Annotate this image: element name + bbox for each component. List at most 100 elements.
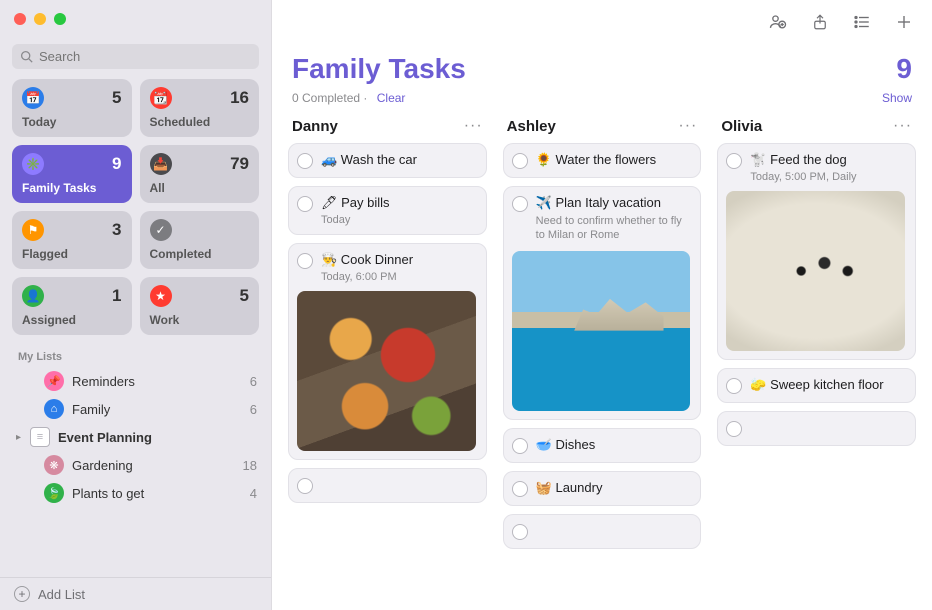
window-controls xyxy=(0,0,271,38)
task-radio[interactable] xyxy=(512,524,528,540)
task-complete-radio[interactable] xyxy=(512,438,528,454)
list-name: Family xyxy=(72,402,250,417)
list-row-event-planning[interactable]: ▸ ≡ Event Planning xyxy=(0,423,271,451)
task-title[interactable]: 🌻 Water the flowers xyxy=(536,152,656,169)
card-count: 5 xyxy=(112,88,121,108)
list-row-plants-to-get[interactable]: ▸ 🍃 Plants to get 4 xyxy=(0,479,271,507)
task-title[interactable]: 🧽 Sweep kitchen floor xyxy=(750,377,883,394)
card-icon: ✓ xyxy=(150,219,172,241)
column-danny: Danny ··· 🚙 Wash the car 🖊 Pay bills Tod… xyxy=(288,117,487,594)
disclosure-icon[interactable]: ▸ xyxy=(16,432,28,443)
list-name: Event Planning xyxy=(58,430,257,445)
show-completed-button[interactable]: Show xyxy=(882,91,912,105)
task-item[interactable]: 🌻 Water the flowers xyxy=(503,143,702,178)
task-complete-radio[interactable] xyxy=(512,481,528,497)
card-icon: ⚑ xyxy=(22,219,44,241)
task-title[interactable]: 🥣 Dishes xyxy=(536,437,596,454)
column-olivia: Olivia ··· 🐩 Feed the dog Today, 5:00 PM… xyxy=(717,117,916,594)
smart-list-card-family-tasks[interactable]: ✳️ 9 Family Tasks xyxy=(12,145,132,203)
view-options-button[interactable] xyxy=(850,10,874,34)
close-window-button[interactable] xyxy=(14,13,26,25)
task-item[interactable]: ✈️ Plan Italy vacation Need to confirm w… xyxy=(503,186,702,420)
fullscreen-window-button[interactable] xyxy=(54,13,66,25)
new-task-placeholder[interactable] xyxy=(288,468,487,503)
new-reminder-button[interactable] xyxy=(892,10,916,34)
task-item[interactable]: 🐩 Feed the dog Today, 5:00 PM, Daily xyxy=(717,143,916,360)
share-icon xyxy=(811,12,829,32)
list-icon: 📌 xyxy=(44,371,64,391)
card-icon: 📅 xyxy=(22,87,44,109)
completed-summary: 0 Completed · Clear xyxy=(292,91,405,105)
task-radio[interactable] xyxy=(726,421,742,437)
column-ashley: Ashley ··· 🌻 Water the flowers ✈️ Plan I… xyxy=(503,117,702,594)
task-title[interactable]: 🧺 Laundry xyxy=(536,480,603,497)
card-count: 9 xyxy=(112,154,121,174)
task-complete-radio[interactable] xyxy=(726,378,742,394)
task-title[interactable]: ✈️ Plan Italy vacation xyxy=(536,195,661,212)
task-title[interactable]: 🖊 Pay bills xyxy=(321,195,390,212)
new-task-placeholder[interactable] xyxy=(717,411,916,446)
card-label: Work xyxy=(150,313,250,327)
mylists-header: My Lists xyxy=(0,345,271,367)
clear-completed-button[interactable]: Clear xyxy=(377,91,406,105)
list-icon: ≡ xyxy=(30,427,50,447)
minimize-window-button[interactable] xyxy=(34,13,46,25)
task-item[interactable]: 🥣 Dishes xyxy=(503,428,702,463)
card-icon: 📆 xyxy=(150,87,172,109)
smart-list-card-today[interactable]: 📅 5 Today xyxy=(12,79,132,137)
task-complete-radio[interactable] xyxy=(297,196,313,212)
column-menu-button[interactable]: ··· xyxy=(678,117,697,135)
smart-list-card-flagged[interactable]: ⚑ 3 Flagged xyxy=(12,211,132,269)
task-image[interactable] xyxy=(512,251,691,411)
task-image[interactable] xyxy=(726,191,905,351)
task-complete-radio[interactable] xyxy=(297,253,313,269)
list-row-gardening[interactable]: ▸ ❋ Gardening 18 xyxy=(0,451,271,479)
search-input[interactable] xyxy=(39,49,251,64)
task-item[interactable]: 🚙 Wash the car xyxy=(288,143,487,178)
task-item[interactable]: 🧺 Laundry xyxy=(503,471,702,506)
plus-icon: + xyxy=(14,586,30,602)
column-name: Olivia xyxy=(721,118,762,135)
smart-list-card-completed[interactable]: ✓ Completed xyxy=(140,211,260,269)
task-radio[interactable] xyxy=(297,478,313,494)
plus-icon xyxy=(895,13,913,31)
list-row-reminders[interactable]: ▸ 📌 Reminders 6 xyxy=(0,367,271,395)
add-list-label: Add List xyxy=(38,587,85,602)
list-bullet-icon xyxy=(852,13,872,31)
add-list-button[interactable]: + Add List xyxy=(0,577,271,610)
card-label: Family Tasks xyxy=(22,181,122,195)
task-meta: Today, 6:00 PM xyxy=(297,271,476,283)
new-task-placeholder[interactable] xyxy=(503,514,702,549)
task-complete-radio[interactable] xyxy=(512,153,528,169)
task-item[interactable]: 👨‍🍳 Cook Dinner Today, 6:00 PM xyxy=(288,243,487,460)
task-title[interactable]: 👨‍🍳 Cook Dinner xyxy=(321,252,413,269)
task-item[interactable]: 🧽 Sweep kitchen floor xyxy=(717,368,916,403)
task-item[interactable]: 🖊 Pay bills Today xyxy=(288,186,487,235)
task-title[interactable]: 🚙 Wash the car xyxy=(321,152,417,169)
smart-list-card-assigned[interactable]: 👤 1 Assigned xyxy=(12,277,132,335)
list-name: Reminders xyxy=(72,374,250,389)
task-complete-radio[interactable] xyxy=(726,153,742,169)
column-menu-button[interactable]: ··· xyxy=(464,117,483,135)
smart-list-card-all[interactable]: 📥 79 All xyxy=(140,145,260,203)
task-complete-radio[interactable] xyxy=(297,153,313,169)
task-title[interactable]: 🐩 Feed the dog xyxy=(750,152,846,169)
toolbar xyxy=(272,0,932,45)
task-image[interactable] xyxy=(297,291,476,451)
card-icon: 👤 xyxy=(22,285,44,307)
card-count: 16 xyxy=(230,88,249,108)
share-button[interactable] xyxy=(808,10,832,34)
column-menu-button[interactable]: ··· xyxy=(893,117,912,135)
task-complete-radio[interactable] xyxy=(512,196,528,212)
search-field[interactable] xyxy=(12,44,259,69)
smart-list-card-work[interactable]: ★ 5 Work xyxy=(140,277,260,335)
card-label: Flagged xyxy=(22,247,122,261)
list-row-family[interactable]: ▸ ⌂ Family 6 xyxy=(0,395,271,423)
collaborate-button[interactable] xyxy=(766,10,790,34)
sidebar: 📅 5 Today 📆 16 Scheduled ✳️ 9 Family Tas… xyxy=(0,0,272,610)
card-count: 3 xyxy=(112,220,121,240)
task-meta: Today xyxy=(297,214,476,226)
smart-list-card-scheduled[interactable]: 📆 16 Scheduled xyxy=(140,79,260,137)
card-icon: 📥 xyxy=(150,153,172,175)
list-count: 6 xyxy=(250,374,257,389)
